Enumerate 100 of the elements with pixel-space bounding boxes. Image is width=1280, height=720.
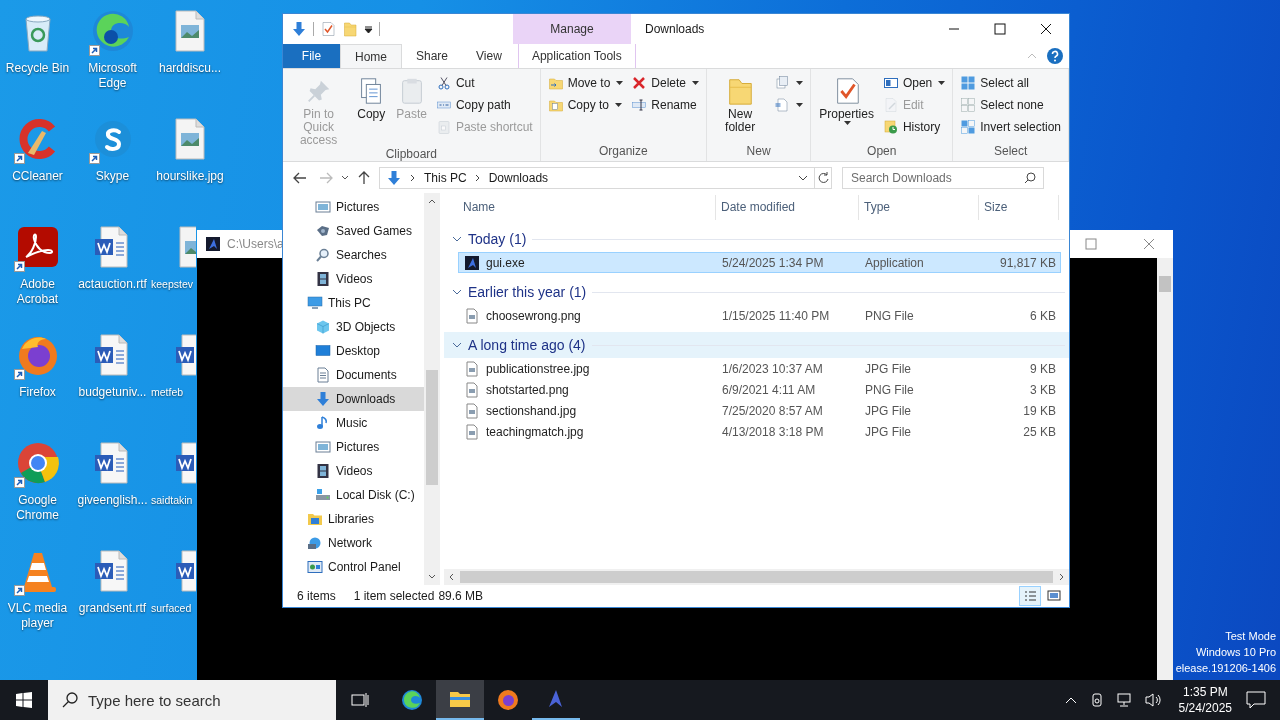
nav-item[interactable]: Saved Games [283,219,424,243]
clipboard-icon [435,119,452,135]
file-row[interactable]: gui.exe 5/24/2025 1:34 PM Application 91,817 KB [458,252,1061,273]
chevron-icon[interactable] [410,173,416,182]
breadcrumb[interactable]: Downloads [488,170,549,185]
caret-icon [796,103,804,107]
scroll-up-icon[interactable] [428,199,436,204]
file-row[interactable]: teachingmatch.jpg 4/13/2018 3:18 PM JPG File 25 KB [458,421,1061,442]
file-row[interactable]: sectionshand.jpg 7/25/2020 8:57 AM JPG File 19 KB [458,400,1061,421]
folder-taskbar-button[interactable] [436,680,484,720]
notification-icon[interactable] [1246,691,1266,709]
ribbon-group-label: Open [867,144,897,160]
document-icon [315,367,331,383]
nav-item[interactable]: Videos [283,459,424,483]
scrollbar[interactable] [1157,258,1173,680]
file-row[interactable]: publicationstree.jpg 1/6/2023 10:37 AM JPG File 9 KB [458,358,1061,379]
up-arrow-icon[interactable] [357,170,371,185]
column-header[interactable]: Name [458,195,716,220]
nav-item[interactable]: Music [283,411,424,435]
scroll-thumb[interactable] [1159,276,1171,292]
scrollbar[interactable] [444,569,1069,585]
ribbon-button[interactable]: Open [879,72,949,94]
nav-item[interactable]: Desktop [283,339,424,363]
volume-icon[interactable] [1144,692,1163,708]
nav-item[interactable]: 3D Objects [283,315,424,339]
ribbon-button[interactable]: Delete [628,72,703,94]
refresh-icon[interactable] [814,166,832,189]
folder-icon [307,511,323,527]
search-field[interactable]: Search Downloads [842,166,1044,189]
download-arrow-icon [315,391,331,407]
caret-icon[interactable] [798,174,808,181]
maximize-icon[interactable] [994,23,1006,35]
download-arrow-icon[interactable] [291,21,307,37]
nav-item[interactable]: Videos [283,267,424,291]
breadcrumb[interactable]: This PC [424,170,467,185]
scroll-thumb[interactable] [426,370,438,485]
start-icon[interactable] [16,692,32,708]
ribbon-button[interactable]: History [879,116,949,138]
ribbon-group-label: New [746,144,771,160]
nav-item[interactable]: Pictures [283,435,424,459]
watermark-text: Windows 10 Pro [1195,645,1276,660]
properties-icon[interactable] [320,21,336,37]
caret-icon[interactable] [341,175,349,180]
ribbon-button[interactable]: Rename [628,94,703,116]
chevron-up-icon[interactable] [1064,696,1077,704]
scroll-right-icon[interactable] [1059,573,1064,581]
ribbon-button[interactable]: Properties [815,72,878,144]
ribbon-button[interactable]: Invert selection [957,116,1064,138]
nav-item[interactable]: Network [283,531,424,555]
help-icon[interactable] [1047,48,1063,64]
ribbon-tab[interactable]: Application Tools [517,44,636,68]
scroll-left-icon[interactable] [449,573,454,581]
column-header[interactable]: Size [979,195,1059,220]
ribbon-tab[interactable]: File [283,44,340,68]
nav-item[interactable]: Local Disk (C:) [283,483,424,507]
nav-item[interactable]: This PC [283,291,424,315]
column-header[interactable]: Date modified [716,195,859,220]
group-header[interactable]: Earlier this year (1) [444,279,1069,305]
ribbon-tab[interactable]: View [462,44,516,68]
nav-item[interactable]: Documents [283,363,424,387]
nav-item[interactable]: Libraries [283,507,424,531]
scroll-down-icon[interactable] [428,574,436,579]
task-view-icon[interactable] [350,692,370,708]
rename-icon [631,97,648,113]
ribbon-button[interactable]: Select all [957,72,1064,94]
ribbon-button[interactable]: New folder [711,72,770,144]
nav-item[interactable]: Control Panel [283,555,424,579]
image-file-icon [464,360,480,377]
group-header[interactable]: A long time ago (4) [444,332,1069,358]
ribbon-tab[interactable]: Share [402,44,463,68]
scrollbar[interactable] [424,193,440,585]
date-cell-text: 5/24/2025 1:34 PM [721,255,825,270]
chevron-icon[interactable] [474,173,481,182]
ribbon-button[interactable]: Copy [352,72,391,147]
back-arrow-icon[interactable] [293,170,307,185]
ribbon-button[interactable]: Select none [957,94,1064,116]
ribbon-tab[interactable]: Home [340,44,402,68]
cube-icon [315,319,331,335]
nav-item[interactable]: Downloads [283,387,424,411]
nav-item[interactable]: Pictures [283,195,424,219]
ribbon-button[interactable]: Copy to [544,94,627,116]
ribbon-button[interactable]: Move to [544,72,627,94]
file-row[interactable]: shotstarted.png 6/9/2021 4:11 AM PNG File 3 KB [458,379,1061,400]
details-view-icon[interactable] [1019,586,1041,606]
group-header[interactable]: Today (1) [444,226,1069,252]
close-icon[interactable] [1040,23,1052,35]
ribbon-button[interactable]: Copy path [432,94,536,116]
ribbon-button[interactable]: Cut [432,72,536,94]
file-row[interactable]: choosewrong.png 1/15/2025 11:40 PM PNG File 6 KB [458,305,1061,326]
date-cell-text: 1/15/2025 11:40 PM [721,308,831,323]
clock[interactable]: 1:35 PM 5/24/2025 [1178,684,1232,716]
scroll-thumb[interactable] [460,571,1053,583]
address-bar[interactable]: This PC Downloads [379,166,815,189]
nav-item[interactable]: Searches [283,243,424,267]
caret-icon[interactable] [364,24,373,34]
column-header[interactable]: Type [859,195,979,220]
computer-icon [307,295,323,311]
network-icon[interactable] [1116,692,1133,708]
search-field[interactable]: Type here to search [48,680,336,720]
caret-icon [616,81,624,85]
